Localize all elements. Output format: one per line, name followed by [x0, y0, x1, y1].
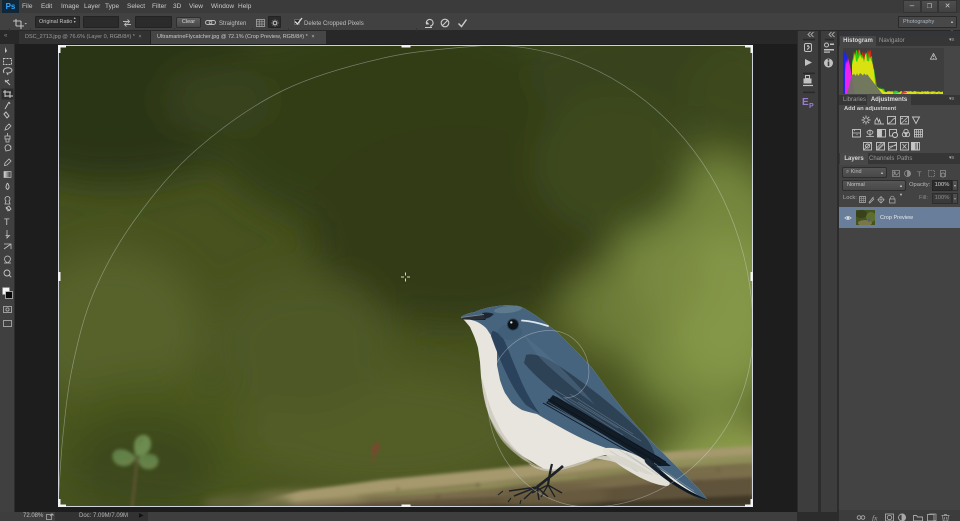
svg-text:T: T — [917, 170, 922, 179]
svg-text:T: T — [4, 217, 10, 227]
svg-text:P: P — [809, 103, 814, 110]
svg-text:fx: fx — [872, 514, 878, 521]
svg-text:E: E — [802, 97, 809, 108]
